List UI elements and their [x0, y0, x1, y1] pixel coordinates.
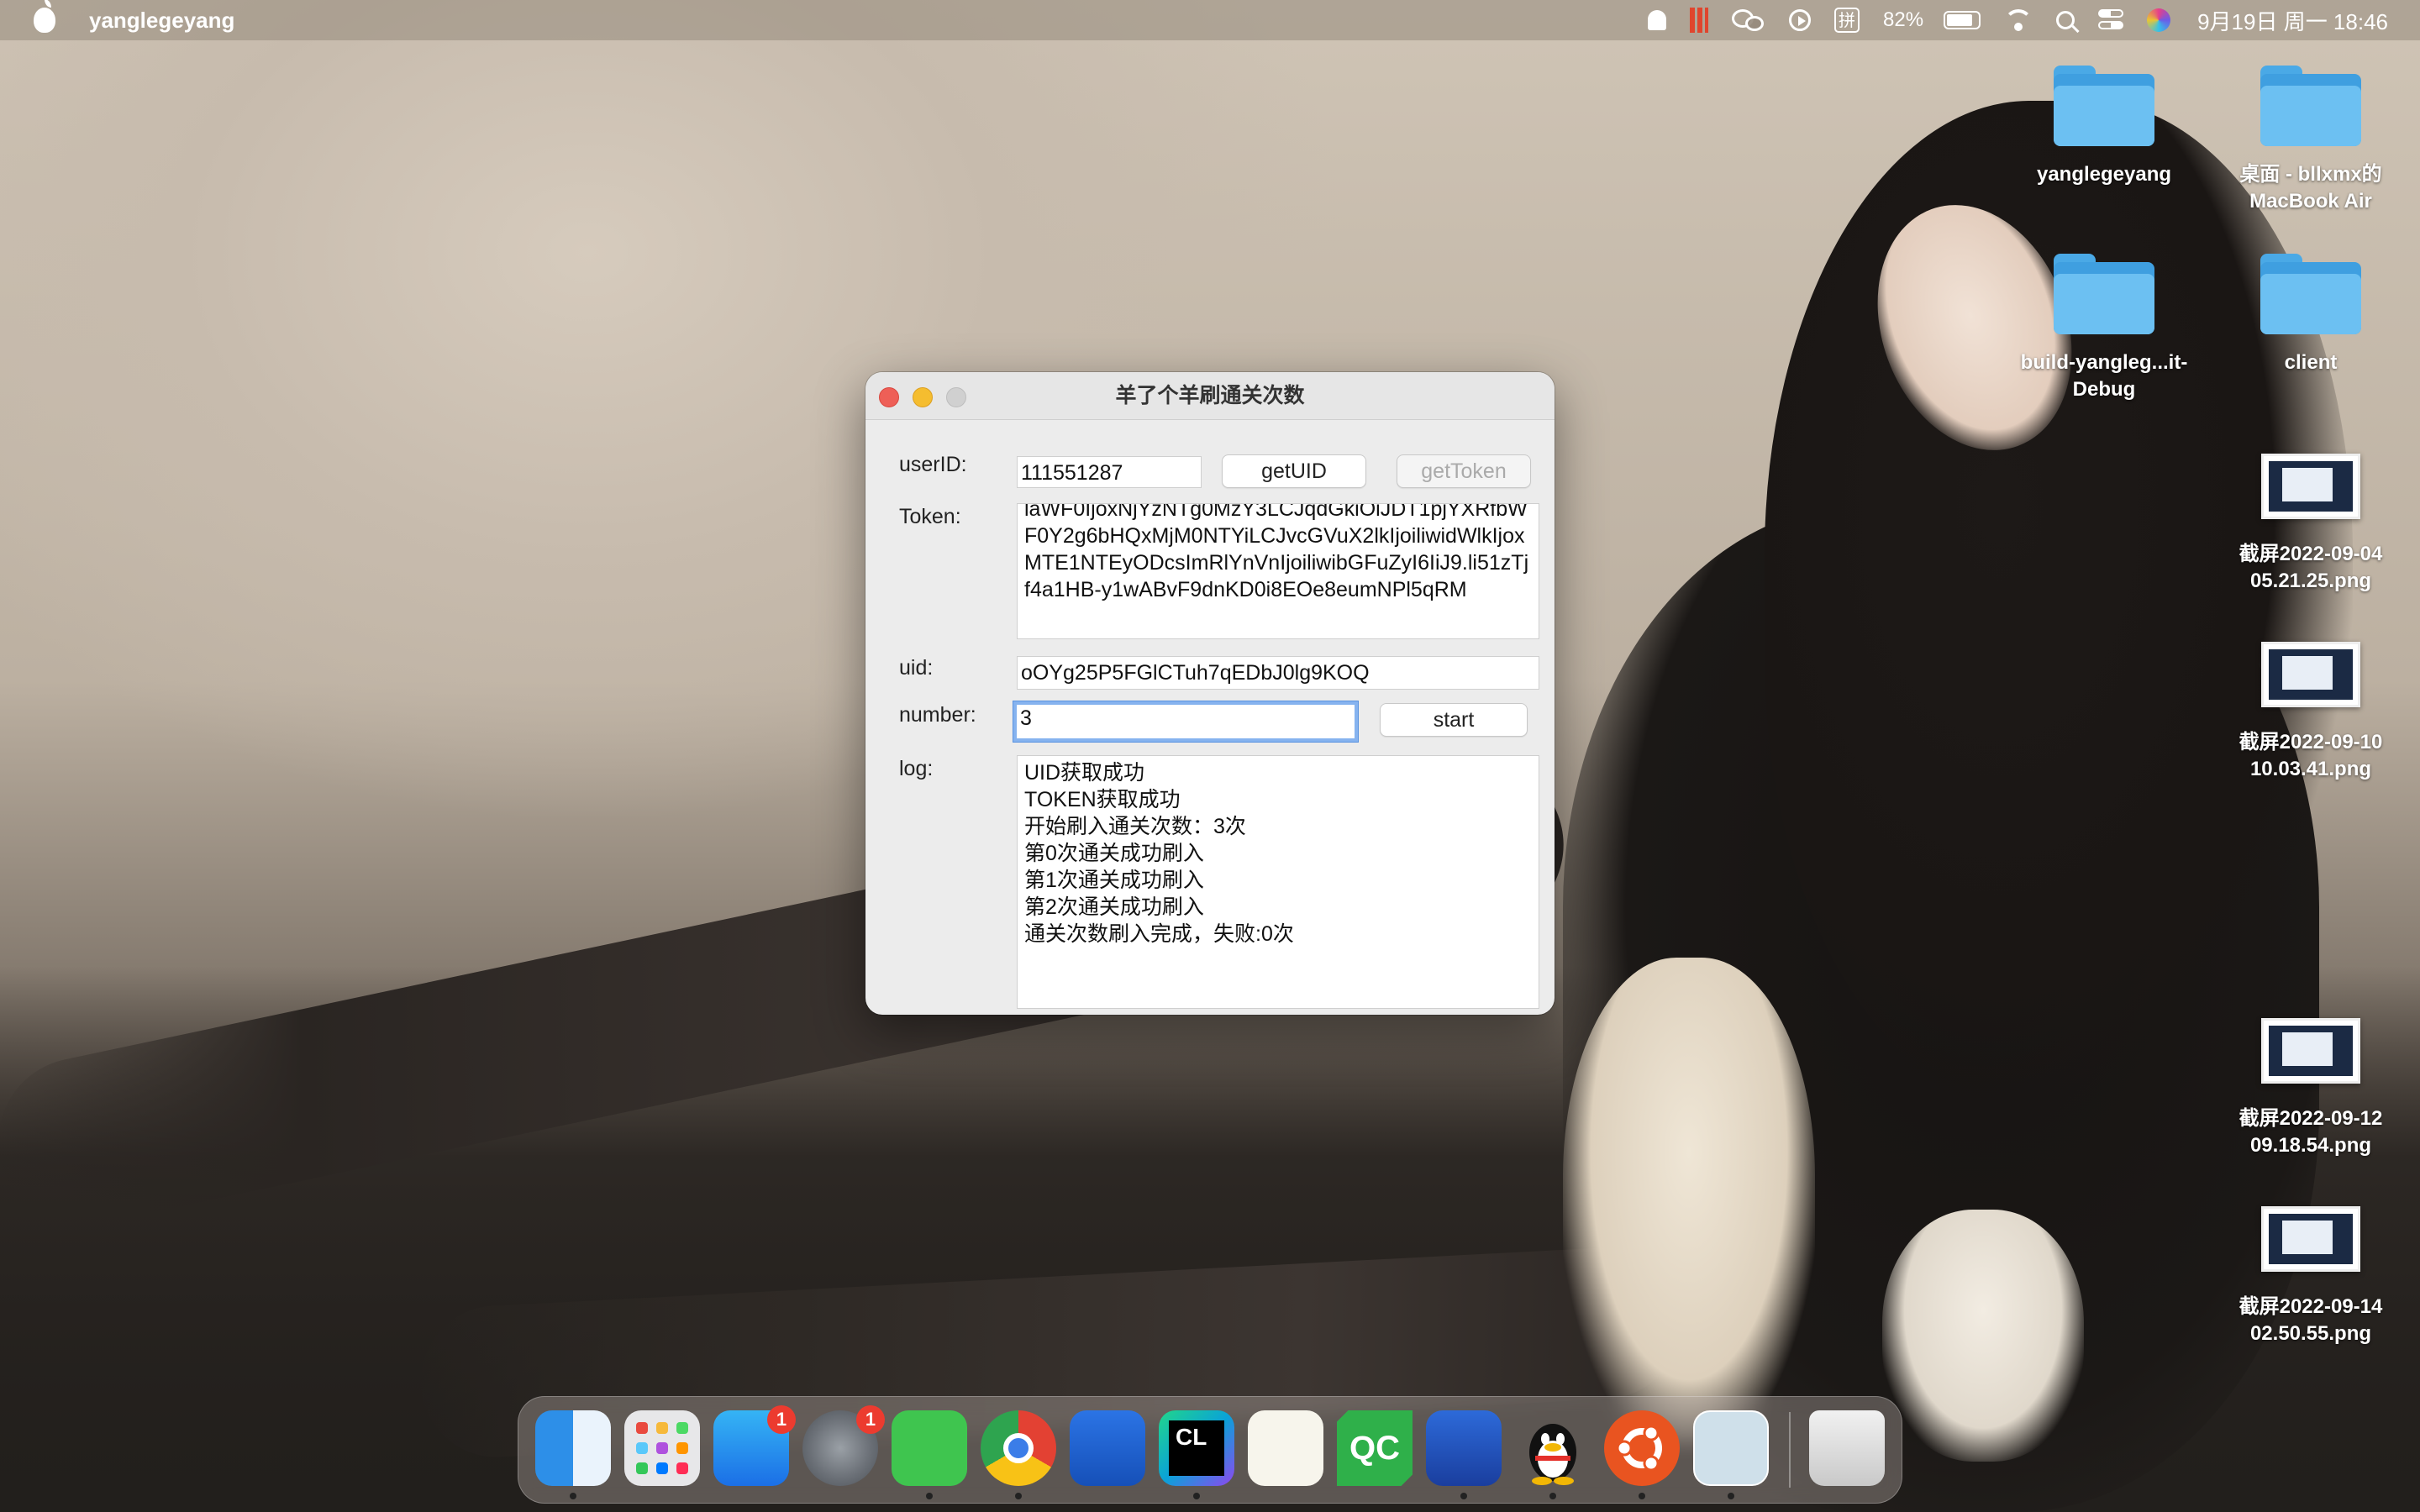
desktop-folder-macbook-desktop[interactable]: 桌面 - bllxmx的 MacBook Air — [2210, 66, 2412, 215]
dock: 1 1 CL QC — [518, 1396, 1902, 1504]
log-line: 通关次数刷入完成，失败:0次 — [1024, 922, 1294, 946]
media-play-icon[interactable] — [1789, 9, 1812, 31]
start-button[interactable]: start — [1380, 703, 1528, 737]
desktop-screenshot-file[interactable]: 截屏2022-09-04 05.21.25.png — [2210, 454, 2412, 595]
screenshot-thumbnail-icon — [2261, 1018, 2360, 1084]
wallpaper-bust-statue — [1882, 1210, 2084, 1462]
menu-bar: yanglegeyang 拼 82% 9月19日 周一 18:46 — [0, 0, 2420, 40]
input-method-icon[interactable]: 拼 — [1834, 8, 1860, 33]
desktop-item-label: 截屏2022-09-14 02.50.55.png — [2238, 1295, 2383, 1345]
active-app-name[interactable]: yanglegeyang — [89, 8, 234, 34]
running-indicator — [1193, 1493, 1200, 1499]
wifi-icon[interactable] — [2004, 9, 2033, 31]
window-title: 羊了个羊刷通关次数 — [1115, 383, 1305, 407]
log-label: log: — [899, 757, 934, 780]
number-input[interactable]: 3 — [1013, 701, 1358, 742]
log-line: 第1次通关成功刷入 — [1024, 869, 1204, 892]
desktop-screenshot-file[interactable]: 截屏2022-09-14 02.50.55.png — [2210, 1206, 2412, 1347]
folder-icon — [2054, 66, 2154, 146]
app-window: 羊了个羊刷通关次数 userID: 111551287 getUID getTo… — [865, 372, 1555, 1015]
desktop-item-label: 截屏2022-09-12 09.18.54.png — [2238, 1107, 2383, 1157]
running-indicator — [1728, 1493, 1734, 1499]
log-line: 第2次通关成功刷入 — [1024, 895, 1204, 919]
dock-separator — [1789, 1412, 1791, 1488]
ubuntu-vm-icon[interactable] — [1604, 1410, 1680, 1486]
token-textarea[interactable]: laWF0IjoxNjYzNTg0MzY3LCJqdGkiOiJDT1pjYXR… — [1017, 503, 1539, 639]
desktop-screenshot-file[interactable]: 截屏2022-09-10 10.03.41.png — [2210, 642, 2412, 783]
running-indicator — [570, 1493, 576, 1499]
finder-icon[interactable] — [535, 1410, 611, 1486]
qt-creator-icon[interactable]: QC — [1337, 1410, 1413, 1486]
folder-icon — [2054, 254, 2154, 334]
desktop-item-label: 截屏2022-09-04 05.21.25.png — [2238, 543, 2383, 592]
wechat-menu-icon[interactable] — [1732, 8, 1765, 33]
desktop-folder-yanglegeyang[interactable]: yanglegeyang — [2003, 66, 2205, 188]
uid-label: uid: — [899, 656, 934, 680]
desktop-folder-client[interactable]: client — [2210, 254, 2412, 376]
gettoken-button[interactable]: getToken — [1397, 454, 1531, 488]
app-store-icon[interactable]: 1 — [713, 1405, 796, 1486]
log-line: UID获取成功 — [1024, 761, 1145, 785]
menu-bar-status-area: 拼 82% 9月19日 周一 18:46 — [1636, 0, 2388, 40]
qq-penguin-graphic — [1529, 1424, 1576, 1485]
qq-penguin-icon[interactable] — [1515, 1410, 1591, 1486]
desktop-folder-build[interactable]: build-yangleg...it-Debug — [2003, 254, 2205, 403]
wechat-icon[interactable] — [892, 1410, 967, 1486]
apple-menu-icon[interactable] — [34, 0, 55, 33]
running-indicator — [1015, 1493, 1022, 1499]
folder-icon — [2260, 66, 2361, 146]
token-label: Token: — [899, 505, 961, 528]
window-titlebar[interactable]: 羊了个羊刷通关次数 — [865, 372, 1555, 420]
notification-bell-icon[interactable] — [1648, 10, 1667, 30]
running-indicator — [1639, 1493, 1645, 1499]
parallels-menu-icon[interactable] — [1690, 8, 1709, 33]
running-indicator — [1549, 1493, 1556, 1499]
log-textarea[interactable]: UID获取成功 TOKEN获取成功开始刷入通关次数：3次 第0次通关成功刷入 第1次通… — [1017, 755, 1539, 1009]
spotlight-search-icon[interactable] — [2056, 11, 2075, 29]
launchpad-icon[interactable] — [624, 1410, 700, 1486]
desktop-item-label: yanglegeyang — [2036, 163, 2172, 186]
desktop-item-label: 桌面 - bllxmx的 MacBook Air — [2239, 163, 2382, 213]
clion-icon[interactable]: CL — [1159, 1410, 1234, 1486]
running-indicator — [1460, 1493, 1467, 1499]
userid-input[interactable]: 111551287 — [1017, 456, 1202, 488]
getuid-button[interactable]: getUID — [1222, 454, 1366, 488]
clion-logo-text: CL — [1169, 1420, 1224, 1476]
number-label: number: — [899, 703, 976, 727]
running-indicator — [926, 1493, 933, 1499]
app-window-icon[interactable] — [1693, 1410, 1769, 1486]
wallpaper-figure-hair — [1765, 101, 2353, 1109]
trash-icon[interactable] — [1809, 1410, 1885, 1486]
folder-icon — [2260, 254, 2361, 334]
control-center-icon[interactable] — [2098, 9, 2124, 31]
system-preferences-icon[interactable]: 1 — [802, 1405, 885, 1486]
battery-level-fill — [1947, 14, 1973, 26]
system-preferences-badge: 1 — [856, 1405, 885, 1434]
ubuntu-logo-graphic — [1616, 1425, 1662, 1472]
wallpaper-angel-statue — [1563, 958, 1815, 1445]
battery-icon[interactable] — [1944, 11, 1981, 29]
desktop-item-label: build-yangleg...it-Debug — [2020, 351, 2188, 401]
siri-icon[interactable] — [2147, 8, 2171, 32]
userid-label: userID: — [899, 453, 967, 476]
log-line: 第0次通关成功刷入 — [1024, 842, 1204, 865]
navicat-icon[interactable] — [1248, 1410, 1323, 1486]
battery-percent: 82% — [1883, 8, 1924, 31]
uid-input[interactable]: oOYg25P5FGlCTuh7qEDbJ0lg9KOQ — [1017, 656, 1539, 690]
screenshot-thumbnail-icon — [2261, 454, 2360, 519]
parallels-desktop-icon[interactable] — [1426, 1410, 1502, 1486]
app-store-badge: 1 — [767, 1405, 796, 1434]
desktop-screenshot-file[interactable]: 截屏2022-09-12 09.18.54.png — [2210, 1018, 2412, 1159]
screenshot-thumbnail-icon — [2261, 642, 2360, 707]
screenshot-thumbnail-icon — [2261, 1206, 2360, 1272]
log-line: 开始刷入通关次数：3次 — [1024, 815, 1246, 838]
menu-bar-clock[interactable]: 9月19日 周一 18:46 — [2197, 5, 2388, 36]
token-text: laWF0IjoxNjYzNTg0MzY3LCJqdGkiOiJDT1pjYXR… — [1024, 503, 1529, 601]
desktop-item-label: client — [2284, 351, 2338, 374]
xcode-icon[interactable] — [1070, 1410, 1145, 1486]
desktop-item-label: 截屏2022-09-10 10.03.41.png — [2238, 731, 2383, 780]
chrome-icon[interactable] — [981, 1410, 1056, 1486]
log-line: TOKEN获取成功 — [1024, 788, 1181, 811]
